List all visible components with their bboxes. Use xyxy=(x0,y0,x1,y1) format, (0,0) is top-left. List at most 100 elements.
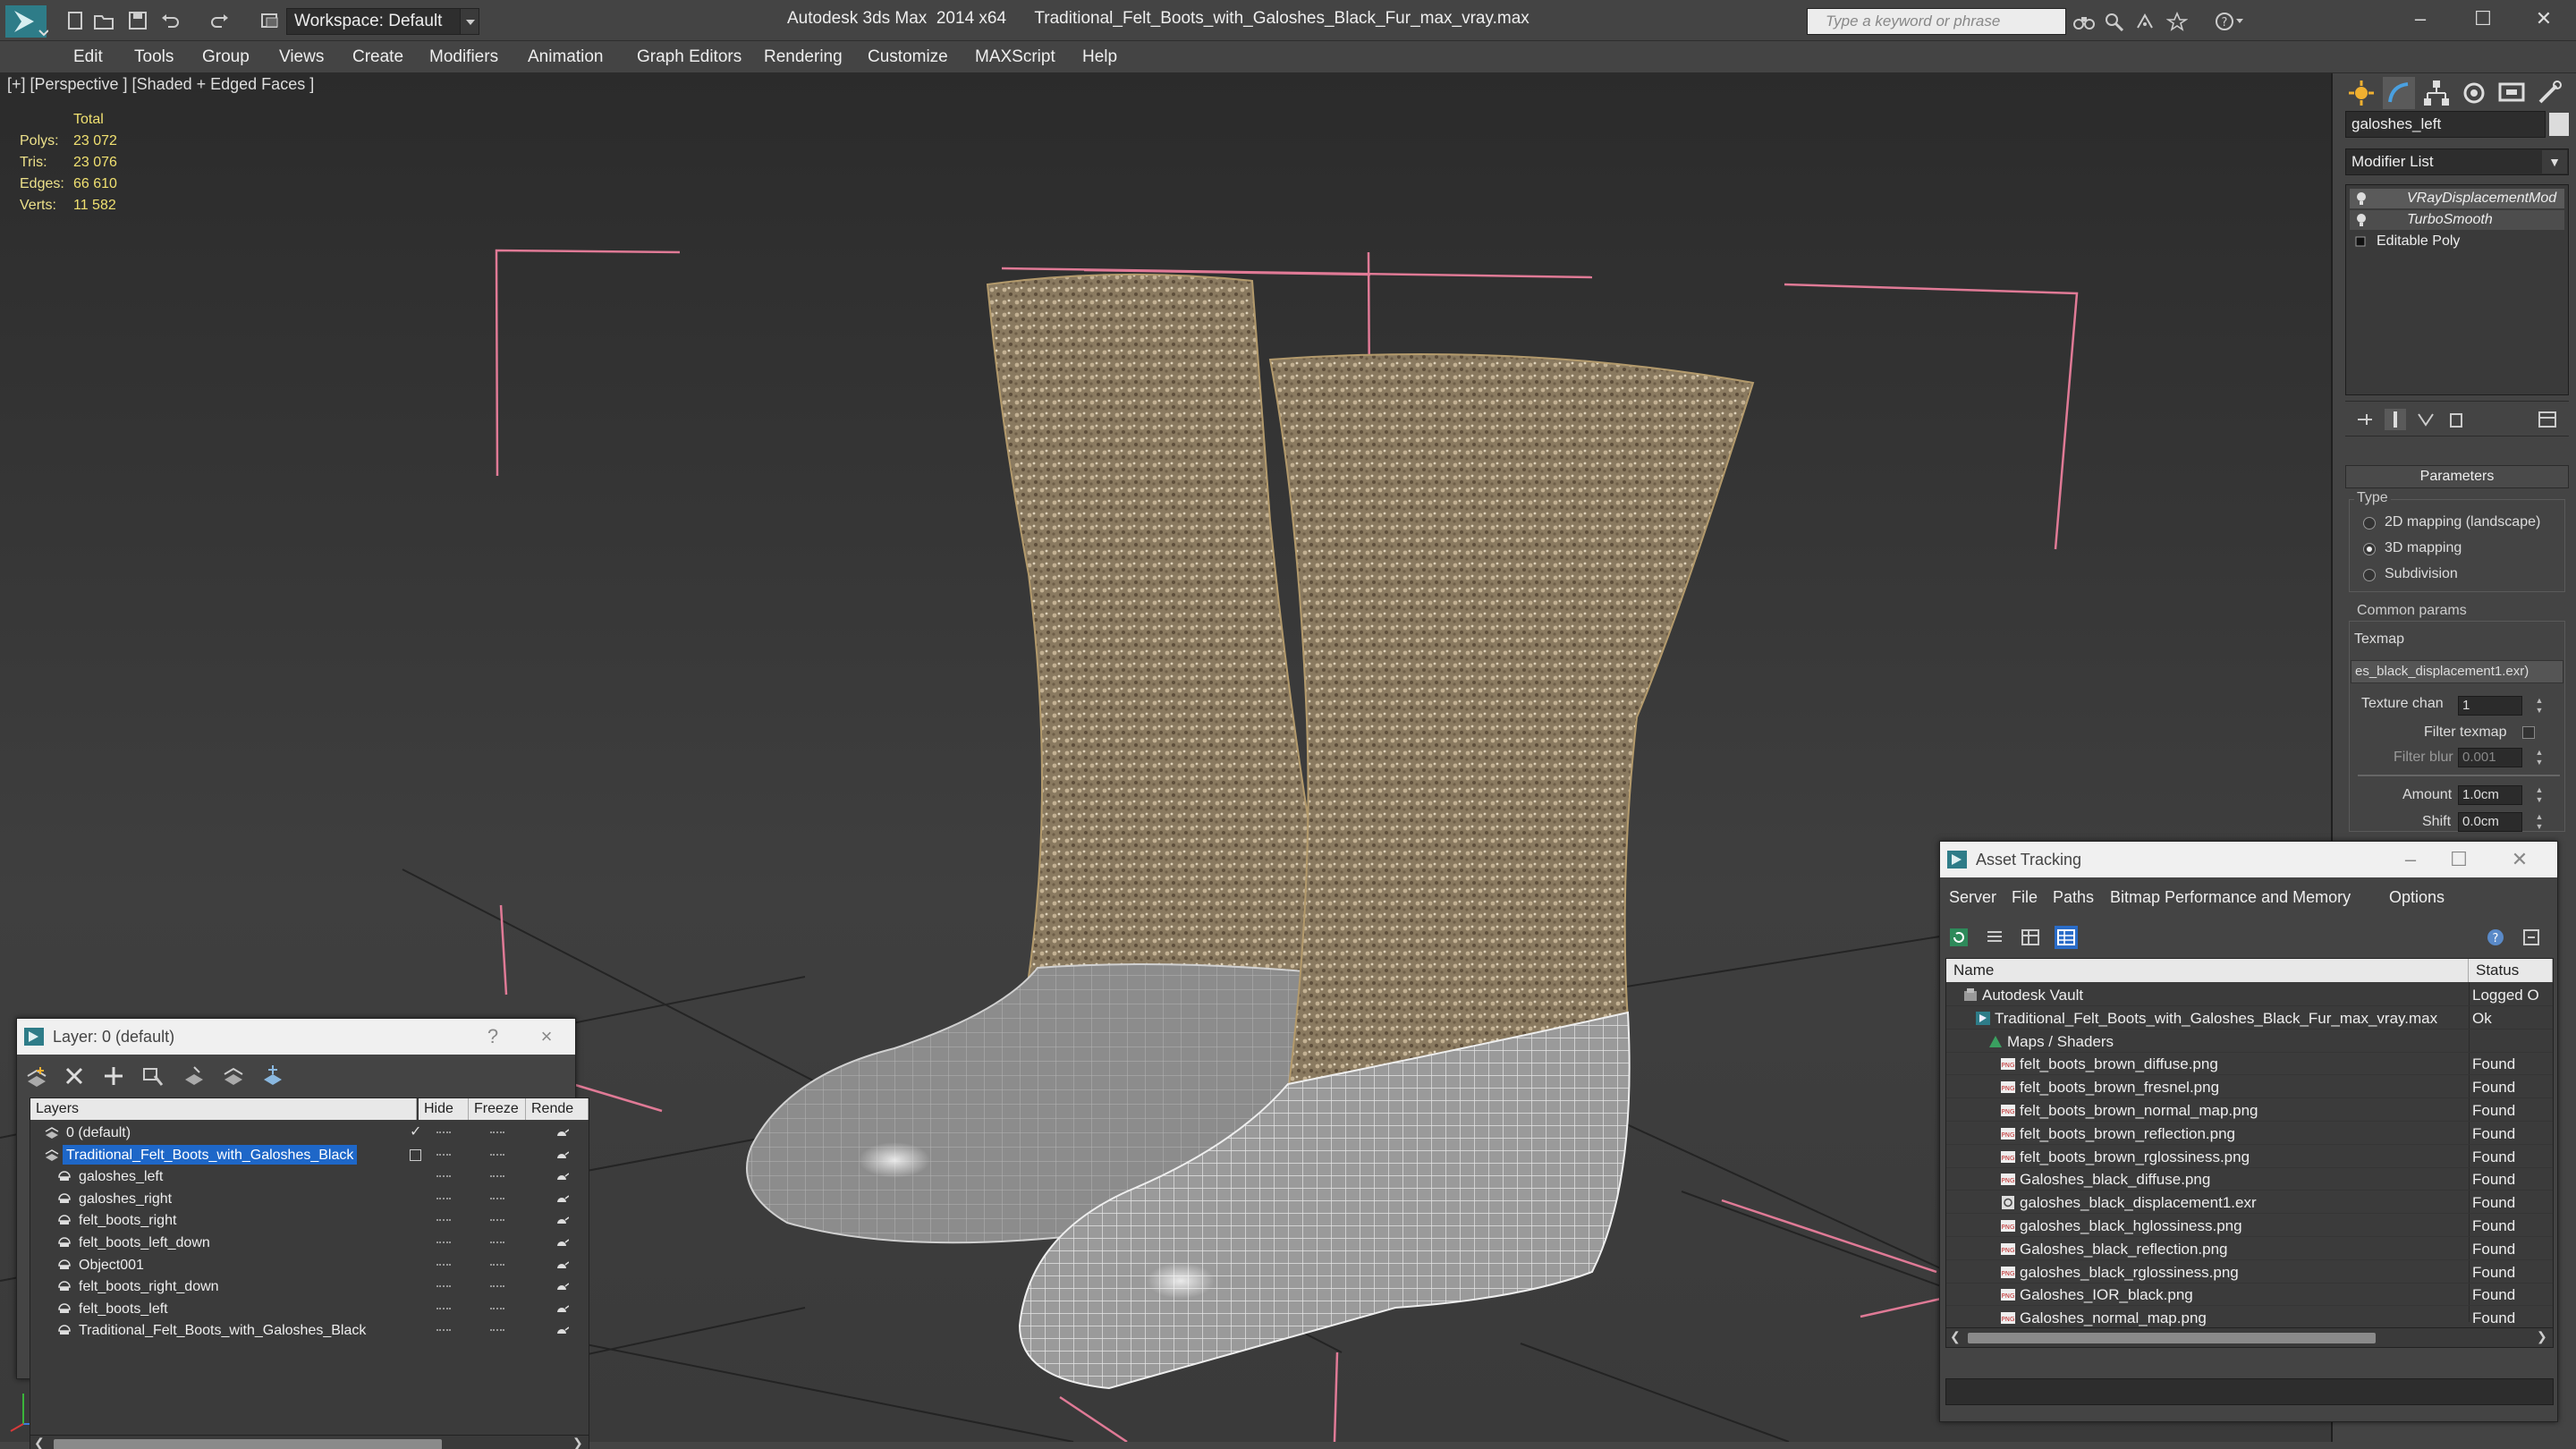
make-current-checkbox[interactable] xyxy=(410,1148,421,1161)
render-teapot-icon[interactable] xyxy=(555,1325,569,1335)
layer-row[interactable]: galoshes_left xyxy=(30,1165,589,1187)
refresh-icon[interactable] xyxy=(1947,926,1970,949)
maximize-button[interactable]: ☐ xyxy=(2465,4,2501,34)
col-header-layers[interactable]: Layers xyxy=(30,1098,417,1120)
menu-maxscript[interactable]: MAXScript xyxy=(975,41,1055,73)
asset-row[interactable]: Maps / Shaders xyxy=(1946,1030,2553,1053)
menu-create[interactable]: Create xyxy=(352,41,403,73)
remove-modifier-icon[interactable] xyxy=(2445,409,2467,430)
col-header-status[interactable]: Status xyxy=(2469,959,2553,982)
scroll-right-icon[interactable]: ❯ xyxy=(2537,1329,2547,1344)
freeze-toggle[interactable] xyxy=(490,1241,504,1243)
configure-sets-icon[interactable] xyxy=(2537,409,2558,430)
hide-all-layers-icon[interactable] xyxy=(221,1063,246,1089)
texmap-button[interactable]: es_black_displacement1.exr) xyxy=(2351,660,2563,683)
render-teapot-icon[interactable] xyxy=(555,1259,569,1270)
asset-hscrollbar[interactable]: ❮ ❯ xyxy=(1946,1327,2553,1347)
layer-row[interactable]: felt_boots_left_down xyxy=(30,1232,589,1253)
shift-spinner[interactable]: ▲ ▼ xyxy=(2533,812,2546,832)
hide-toggle[interactable] xyxy=(436,1307,451,1309)
chevron-down-icon[interactable] xyxy=(460,8,479,35)
help-button[interactable]: ? xyxy=(477,1019,509,1055)
freeze-toggle[interactable] xyxy=(490,1197,504,1199)
menu-rendering[interactable]: Rendering xyxy=(764,41,843,73)
freeze-toggle[interactable] xyxy=(490,1175,504,1178)
layer-row[interactable]: felt_boots_right xyxy=(30,1209,589,1231)
viewport-label[interactable]: [+] [Perspective ] [Shaded + Edged Faces… xyxy=(7,75,314,94)
create-layer-icon[interactable] xyxy=(24,1063,49,1089)
search-input[interactable]: Type a keyword or phrase xyxy=(1807,8,2066,35)
scroll-right-icon[interactable]: ❯ xyxy=(572,1436,583,1449)
menu-bitmap-performance[interactable]: Bitmap Performance and Memory xyxy=(2110,888,2351,907)
stack-item[interactable]: TurboSmooth xyxy=(2350,210,2564,230)
scroll-left-icon[interactable]: ❮ xyxy=(1950,1329,1961,1344)
save-icon[interactable] xyxy=(127,10,148,31)
hierarchy-tab-icon[interactable] xyxy=(2420,77,2453,109)
menu-modifiers[interactable]: Modifiers xyxy=(429,41,498,73)
freeze-toggle[interactable] xyxy=(490,1329,504,1332)
menu-group[interactable]: Group xyxy=(202,41,250,73)
stack-item[interactable]: Editable Poly xyxy=(2350,232,2564,251)
render-teapot-icon[interactable] xyxy=(555,1149,569,1160)
modify-tab-icon[interactable] xyxy=(2383,77,2415,109)
col-header-freeze[interactable]: Freeze xyxy=(469,1098,526,1120)
freeze-toggle[interactable] xyxy=(490,1285,504,1288)
asset-row[interactable]: PNG felt_boots_brown_diffuse.png Found xyxy=(1946,1053,2553,1076)
show-end-result-icon[interactable] xyxy=(2385,409,2406,430)
render-teapot-icon[interactable] xyxy=(555,1237,569,1248)
close-button[interactable]: ✕ xyxy=(2526,4,2562,34)
minimize-button[interactable]: – xyxy=(2394,842,2427,877)
hide-toggle[interactable] xyxy=(436,1241,451,1243)
render-teapot-icon[interactable] xyxy=(555,1171,569,1182)
close-button[interactable]: × xyxy=(530,1019,563,1055)
stack-item[interactable]: VRayDisplacementMod xyxy=(2350,189,2564,208)
hide-toggle[interactable] xyxy=(436,1197,451,1199)
layer-row[interactable]: Traditional_Felt_Boots_with_Galoshes_Bla… xyxy=(30,1319,589,1341)
menu-animation[interactable]: Animation xyxy=(528,41,604,73)
table-view-icon[interactable] xyxy=(2055,926,2078,949)
minimize-button[interactable]: – xyxy=(2402,4,2438,34)
hide-toggle[interactable] xyxy=(436,1153,451,1156)
hide-toggle[interactable] xyxy=(436,1329,451,1332)
menu-paths[interactable]: Paths xyxy=(2053,888,2094,907)
add-to-layer-icon[interactable] xyxy=(101,1063,126,1089)
asset-row[interactable]: PNG felt_boots_brown_fresnel.png Found xyxy=(1946,1076,2553,1099)
undo-icon[interactable] xyxy=(159,10,181,31)
details-view-icon[interactable] xyxy=(2019,926,2042,949)
help-icon[interactable]: ? xyxy=(2215,12,2243,31)
amount-spinner[interactable]: ▲ ▼ xyxy=(2533,785,2546,805)
render-teapot-icon[interactable] xyxy=(555,1215,569,1225)
scroll-left-icon[interactable]: ❮ xyxy=(34,1436,45,1449)
render-teapot-icon[interactable] xyxy=(555,1193,569,1204)
asset-row[interactable]: PNG Galoshes_normal_map.png Found xyxy=(1946,1307,2553,1330)
chevron-down-icon[interactable]: ▼ xyxy=(2542,150,2567,174)
help-icon[interactable]: ? xyxy=(2484,926,2507,949)
utilities-tab-icon[interactable] xyxy=(2533,77,2565,109)
expand-box-icon[interactable] xyxy=(2355,236,2366,247)
freeze-toggle[interactable] xyxy=(490,1131,504,1133)
col-header-render[interactable]: Rende xyxy=(526,1098,589,1120)
render-teapot-icon[interactable] xyxy=(555,1127,569,1138)
app-logo-icon[interactable] xyxy=(4,4,48,39)
display-tab-icon[interactable] xyxy=(2496,77,2528,109)
object-name-field[interactable]: galoshes_left xyxy=(2345,111,2546,138)
asset-row[interactable]: PNG Galoshes_IOR_black.png Found xyxy=(1946,1284,2553,1307)
render-teapot-icon[interactable] xyxy=(555,1281,569,1292)
close-button[interactable]: ✕ xyxy=(2504,842,2536,877)
parameters-rollout-header[interactable]: Parameters xyxy=(2345,465,2569,488)
menu-file[interactable]: File xyxy=(2012,888,2038,907)
asset-row[interactable]: galoshes_black_displacement1.exr Found xyxy=(1946,1191,2553,1215)
list-view-icon[interactable] xyxy=(1983,926,2006,949)
menu-views[interactable]: Views xyxy=(279,41,324,73)
asset-row[interactable]: Autodesk Vault Logged O xyxy=(1946,984,2553,1006)
workspace-dropdown[interactable]: Workspace: Default xyxy=(286,8,465,35)
layer-row[interactable]: felt_boots_right_down xyxy=(30,1275,589,1297)
col-header-name[interactable]: Name xyxy=(1946,959,2469,982)
radio-subdivision[interactable] xyxy=(2363,569,2376,581)
layer-row[interactable]: Object001 xyxy=(30,1254,589,1275)
filter-texmap-checkbox[interactable] xyxy=(2522,726,2535,739)
asset-row[interactable]: PNG galoshes_black_hglossiness.png Found xyxy=(1946,1215,2553,1237)
filter-blur-input[interactable]: 0.001 xyxy=(2458,748,2522,767)
delete-layer-icon[interactable] xyxy=(62,1063,87,1089)
layer-hscrollbar[interactable]: ❮ ❯ xyxy=(30,1435,589,1449)
